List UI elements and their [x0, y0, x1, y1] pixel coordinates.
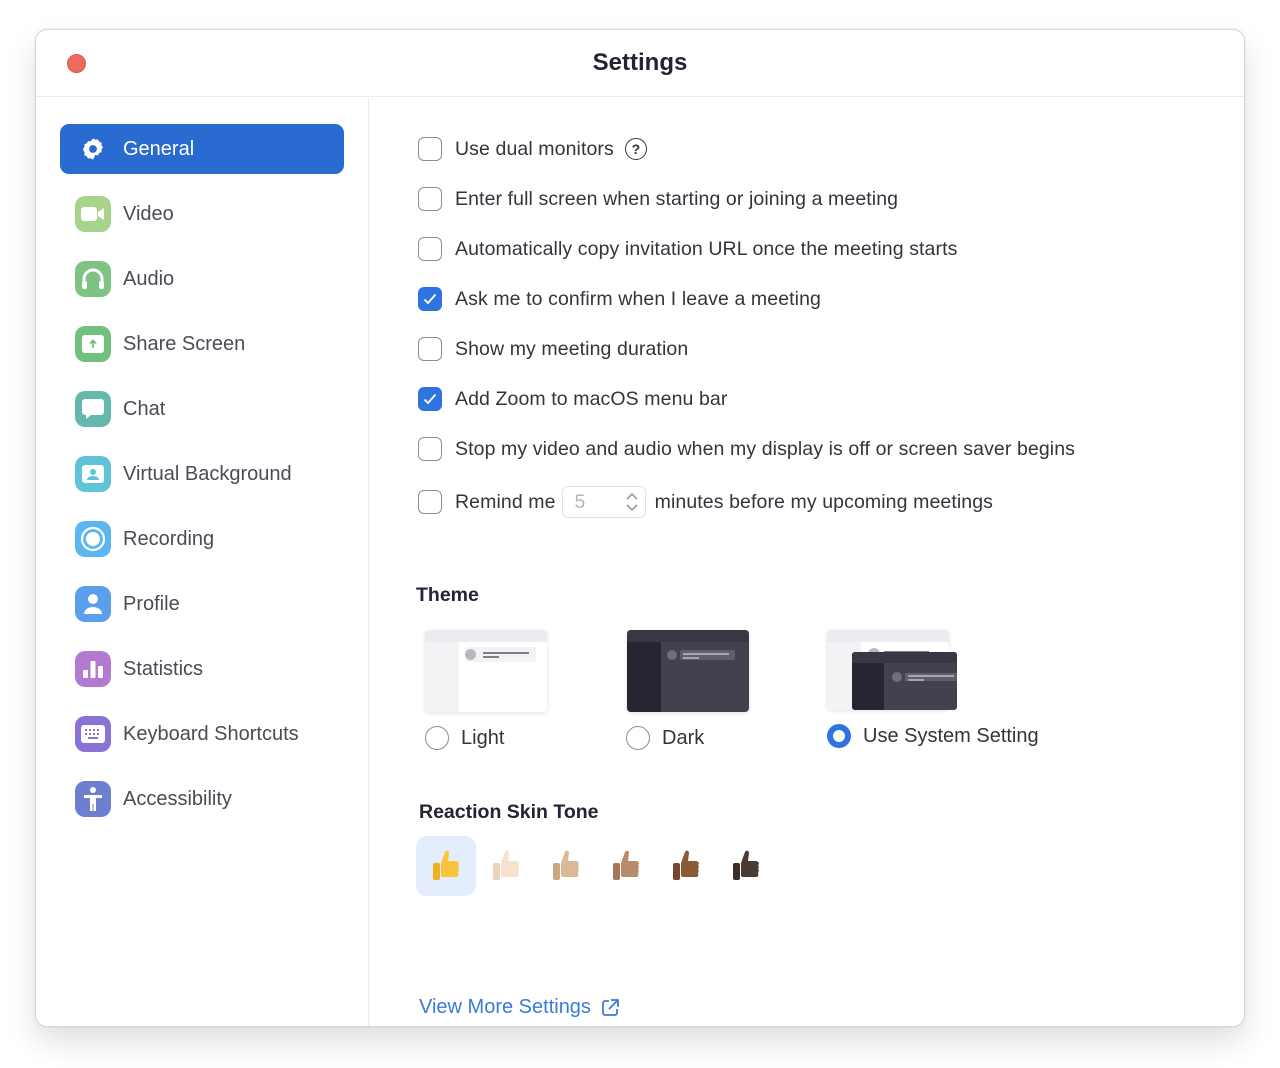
sidebar-item-label: Recording: [123, 527, 215, 550]
remind-minutes-stepper[interactable]: 5: [561, 486, 646, 518]
sidebar-item-chat[interactable]: Chat: [60, 384, 344, 434]
remind-minutes-value: 5: [574, 492, 586, 513]
option-dual-monitors: Use dual monitors ?: [418, 134, 647, 164]
sidebar-item-virtual-background[interactable]: Virtual Background: [60, 449, 344, 499]
sidebar-item-recording[interactable]: Recording: [60, 514, 344, 564]
help-icon[interactable]: ?: [624, 138, 647, 160]
record-icon: [75, 521, 111, 557]
checkmark-icon: [423, 393, 437, 405]
external-link-icon: [602, 998, 619, 1016]
option-full-screen: Enter full screen when starting or joini…: [418, 184, 898, 214]
sidebar-item-statistics[interactable]: Statistics: [60, 644, 344, 694]
sidebar-item-keyboard-shortcuts[interactable]: Keyboard Shortcuts: [60, 709, 344, 759]
thumbs-up-icon: [433, 850, 459, 880]
remind-me-checkbox[interactable]: [418, 490, 442, 514]
headphones-icon: [75, 261, 111, 297]
option-label: Enter full screen when starting or joini…: [455, 187, 899, 210]
theme-section-title: Theme: [416, 584, 479, 606]
accessibility-icon: [75, 781, 111, 817]
general-settings-panel: Use dual monitors ? Enter full screen wh…: [370, 98, 1244, 1026]
sidebar-item-label: Statistics: [123, 657, 204, 680]
thumbs-up-icon: [613, 850, 639, 880]
sidebar-item-video[interactable]: Video: [60, 189, 344, 239]
meeting-duration-checkbox[interactable]: [418, 337, 442, 361]
skin-tone-medium-dark[interactable]: [656, 836, 716, 896]
gear-icon: [78, 134, 108, 164]
option-label: Automatically copy invitation URL once t…: [455, 237, 958, 260]
checkmark-icon: [423, 293, 437, 305]
thumbs-up-icon: [673, 850, 699, 880]
sidebar-item-share-screen[interactable]: Share Screen: [60, 319, 344, 369]
theme-option-light[interactable]: Light: [425, 724, 504, 752]
theme-option-dark[interactable]: Dark: [626, 724, 704, 752]
share-screen-icon: [75, 326, 111, 362]
option-label: Stop my video and audio when my display …: [455, 437, 1076, 460]
theme-preview-dark[interactable]: [627, 630, 749, 712]
full-screen-checkbox[interactable]: [418, 187, 442, 211]
sidebar-item-label: Video: [123, 202, 174, 225]
sidebar-item-label: Share Screen: [123, 332, 246, 355]
dual-monitors-checkbox[interactable]: [418, 137, 442, 161]
option-stop-video-audio: Stop my video and audio when my display …: [418, 434, 1075, 464]
radio-label: Use System Setting: [863, 724, 1039, 747]
sidebar-item-profile[interactable]: Profile: [60, 579, 344, 629]
option-meeting-duration: Show my meeting duration: [418, 334, 688, 364]
radio-label: Light: [461, 726, 505, 749]
skin-tone-medium[interactable]: [596, 836, 656, 896]
thumbs-up-icon: [553, 850, 579, 880]
skin-tone-medium-light[interactable]: [536, 836, 596, 896]
window-title: Settings: [592, 49, 688, 76]
option-label: minutes before my upcoming meetings: [654, 490, 994, 513]
radio-label: Dark: [662, 726, 705, 749]
sidebar-item-label: Chat: [123, 397, 166, 420]
keyboard-icon: [75, 716, 111, 752]
video-camera-icon: [75, 196, 111, 232]
option-remind-me: Remind me 5 minutes before my upcoming m…: [418, 485, 993, 519]
copy-invitation-url-checkbox[interactable]: [418, 237, 442, 261]
skin-tone-section-title: Reaction Skin Tone: [419, 801, 599, 823]
system-theme-radio[interactable]: [827, 724, 851, 748]
view-more-settings-link[interactable]: View More Settings: [419, 996, 620, 1019]
option-label: Use dual monitors: [455, 137, 614, 160]
light-theme-radio[interactable]: [425, 726, 449, 750]
statistics-icon: [75, 651, 111, 687]
option-confirm-leave: Ask me to confirm when I leave a meeting: [418, 284, 821, 314]
sidebar-item-label: Virtual Background: [123, 462, 292, 485]
sidebar-item-label: Accessibility: [123, 787, 232, 810]
option-menu-bar: Add Zoom to macOS menu bar: [418, 384, 727, 414]
sidebar-item-label: General: [123, 137, 195, 160]
option-label: Show my meeting duration: [455, 337, 689, 360]
sidebar-item-accessibility[interactable]: Accessibility: [60, 774, 344, 824]
sidebar-item-audio[interactable]: Audio: [60, 254, 344, 304]
sidebar-item-label: Keyboard Shortcuts: [123, 722, 299, 745]
thumbs-up-icon: [733, 850, 759, 880]
option-label: Ask me to confirm when I leave a meeting: [455, 287, 821, 310]
theme-preview-light[interactable]: [425, 630, 547, 712]
option-copy-invitation-url: Automatically copy invitation URL once t…: [418, 234, 957, 264]
virtual-background-icon: [75, 456, 111, 492]
option-label: Remind me: [455, 490, 556, 513]
theme-option-system[interactable]: Use System Setting: [827, 722, 1039, 750]
skin-tone-dark[interactable]: [716, 836, 776, 896]
settings-window: Settings General Video Audio Share Scree…: [35, 29, 1245, 1027]
confirm-leave-checkbox[interactable]: [418, 287, 442, 311]
profile-icon: [75, 586, 111, 622]
stop-video-audio-checkbox[interactable]: [418, 437, 442, 461]
stepper-arrows-icon[interactable]: [625, 490, 639, 514]
sidebar: General Video Audio Share Screen Chat Vi…: [36, 98, 369, 1026]
thumbs-up-icon: [493, 850, 519, 880]
menu-bar-checkbox[interactable]: [418, 387, 442, 411]
skin-tone-default[interactable]: [416, 836, 476, 896]
view-more-settings-label: View More Settings: [419, 996, 591, 1018]
theme-preview-system[interactable]: [827, 630, 957, 712]
option-label: Add Zoom to macOS menu bar: [455, 387, 728, 410]
dark-theme-radio[interactable]: [626, 726, 650, 750]
title-bar: Settings: [36, 30, 1244, 97]
sidebar-item-general[interactable]: General: [60, 124, 344, 174]
chat-bubble-icon: [75, 391, 111, 427]
skin-tone-light[interactable]: [476, 836, 536, 896]
sidebar-item-label: Profile: [123, 592, 180, 615]
sidebar-item-label: Audio: [123, 267, 175, 290]
